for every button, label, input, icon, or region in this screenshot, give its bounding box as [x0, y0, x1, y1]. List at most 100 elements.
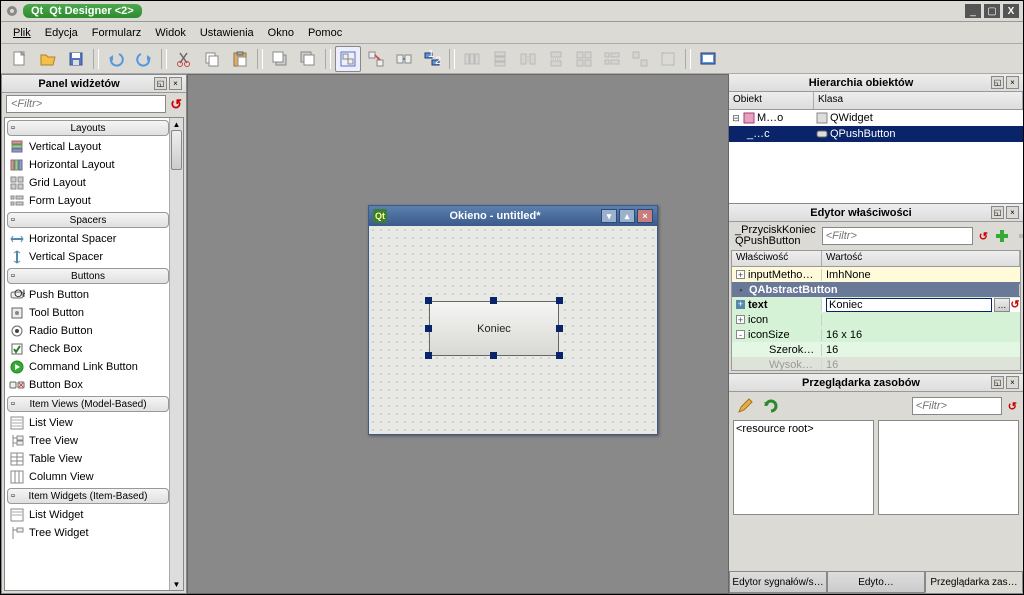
menu-widok[interactable]: Widok	[149, 25, 192, 41]
collapse-icon[interactable]: ▫	[11, 398, 15, 410]
widget-filter-input[interactable]	[6, 95, 166, 113]
object-tree[interactable]: ⊟ M…o QWidget _…c	[729, 110, 1023, 203]
property-value-input[interactable]	[826, 298, 992, 312]
push-button-koniec[interactable]: Koniec	[429, 301, 559, 356]
remove-property-icon[interactable]	[1016, 226, 1023, 246]
minimize-button[interactable]: _	[965, 4, 981, 18]
property-grid[interactable]: Właściwość Wartość +inputMetho…ImhNone▪Q…	[731, 250, 1021, 371]
dock-float-button[interactable]: ◱	[991, 206, 1004, 219]
expand-icon[interactable]: ⊟	[731, 113, 741, 124]
widget-item[interactable]: Grid Layout	[5, 174, 183, 192]
edit-widgets-icon[interactable]	[335, 46, 361, 72]
dock-close-button[interactable]: ×	[1006, 206, 1019, 219]
adjust-size-icon[interactable]	[655, 46, 681, 72]
category-header[interactable]: ▫Spacers	[7, 212, 169, 228]
category-header[interactable]: ▫Item Views (Model-Based)	[7, 396, 169, 412]
preview-icon[interactable]	[695, 46, 721, 72]
widget-item[interactable]: Command Link Button	[5, 358, 183, 376]
edit-buddies-icon[interactable]	[391, 46, 417, 72]
resize-handle[interactable]	[556, 325, 563, 332]
property-row[interactable]: Szerok…16	[732, 342, 1020, 357]
open-folder-icon[interactable]	[35, 46, 61, 72]
widget-item[interactable]: Table View	[5, 450, 183, 468]
category-header[interactable]: ▫Layouts	[7, 120, 169, 136]
menu-formularz[interactable]: Formularz	[86, 25, 148, 41]
resource-preview[interactable]	[878, 420, 1019, 515]
scroll-up-icon[interactable]: ▲	[170, 118, 183, 130]
clear-filter-icon[interactable]: ↺	[1008, 400, 1017, 413]
dock-close-button[interactable]: ×	[1006, 76, 1019, 89]
dock-close-button[interactable]: ×	[169, 77, 182, 90]
widget-item[interactable]: Tree Widget	[5, 524, 183, 542]
resource-tree[interactable]: <resource root>	[733, 420, 874, 515]
copy-icon[interactable]	[199, 46, 225, 72]
edit-signals-icon[interactable]	[363, 46, 389, 72]
widget-item[interactable]: Button Box	[5, 376, 183, 394]
clear-filter-icon[interactable]: ↺	[979, 230, 988, 243]
dock-close-button[interactable]: ×	[1006, 376, 1019, 389]
resize-handle[interactable]	[556, 352, 563, 359]
scrollbar[interactable]: ▲ ▼	[169, 118, 183, 590]
resize-handle[interactable]	[425, 352, 432, 359]
tab-action-editor[interactable]: Edyto…	[827, 571, 925, 593]
scroll-thumb[interactable]	[171, 130, 182, 170]
category-header[interactable]: ▫Buttons	[7, 268, 169, 284]
design-canvas[interactable]: Qt Okieno - untitled* ▾ ▴ × Koniec	[187, 74, 729, 594]
widget-item[interactable]: Check Box	[5, 340, 183, 358]
property-row[interactable]: -iconSize16 x 16	[732, 327, 1020, 342]
reload-icon[interactable]	[761, 396, 781, 416]
undo-icon[interactable]	[103, 46, 129, 72]
expand-icon[interactable]: +	[736, 315, 745, 324]
send-to-back-icon[interactable]	[267, 46, 293, 72]
expand-icon[interactable]: -	[736, 330, 745, 339]
collapse-icon[interactable]: ▪	[736, 285, 746, 295]
tree-row[interactable]: ⊟ M…o QWidget	[729, 110, 1023, 126]
dock-float-button[interactable]: ◱	[991, 76, 1004, 89]
collapse-icon[interactable]: ▫	[11, 490, 15, 502]
column-header[interactable]: Właściwość	[732, 251, 822, 266]
column-header[interactable]: Obiekt	[729, 92, 814, 109]
menu-okno[interactable]: Okno	[262, 25, 300, 41]
widget-item[interactable]: OKPush Button	[5, 286, 183, 304]
widget-item[interactable]: Vertical Spacer	[5, 248, 183, 266]
widget-item[interactable]: Form Layout	[5, 192, 183, 210]
dock-float-button[interactable]: ◱	[991, 376, 1004, 389]
edit-tab-order-icon[interactable]: 12	[419, 46, 445, 72]
form-close-button[interactable]: ×	[637, 209, 653, 223]
maximize-button[interactable]: ▢	[984, 4, 1000, 18]
widget-item[interactable]: Radio Button	[5, 322, 183, 340]
widget-item[interactable]: Horizontal Layout	[5, 156, 183, 174]
resize-handle[interactable]	[490, 297, 497, 304]
edit-resources-icon[interactable]	[735, 396, 755, 416]
property-row[interactable]: ▪QAbstractButton	[732, 282, 1020, 297]
layout-form-icon[interactable]	[599, 46, 625, 72]
expand-icon[interactable]: +	[736, 270, 745, 279]
break-layout-icon[interactable]	[627, 46, 653, 72]
property-row[interactable]: +inputMetho…ImhNone	[732, 267, 1020, 282]
form-titlebar[interactable]: Qt Okieno - untitled* ▾ ▴ ×	[369, 206, 657, 226]
reset-icon[interactable]: ↺	[1010, 298, 1020, 311]
widget-item[interactable]: Tree View	[5, 432, 183, 450]
property-row[interactable]: +text…↺	[732, 297, 1020, 312]
bring-to-front-icon[interactable]	[295, 46, 321, 72]
add-property-icon[interactable]	[994, 226, 1010, 246]
widget-list[interactable]: ▫Layouts Vertical LayoutHorizontal Layout…	[4, 117, 184, 591]
layout-v-splitter-icon[interactable]	[543, 46, 569, 72]
app-menu-icon[interactable]	[5, 4, 19, 18]
tab-resource-browser[interactable]: Przeglądarka zas…	[925, 571, 1023, 593]
resize-handle[interactable]	[425, 297, 432, 304]
menu-edycja[interactable]: Edycja	[39, 25, 84, 41]
form-min-button[interactable]: ▾	[601, 209, 617, 223]
property-row[interactable]: +icon	[732, 312, 1020, 327]
form-window[interactable]: Qt Okieno - untitled* ▾ ▴ × Koniec	[368, 205, 658, 435]
form-max-button[interactable]: ▴	[619, 209, 635, 223]
save-icon[interactable]	[63, 46, 89, 72]
layout-vertical-icon[interactable]	[487, 46, 513, 72]
widget-item[interactable]: Vertical Layout	[5, 138, 183, 156]
dock-float-button[interactable]: ◱	[154, 77, 167, 90]
more-button[interactable]: …	[994, 298, 1010, 312]
widget-item[interactable]: Column View	[5, 468, 183, 486]
layout-horizontal-icon[interactable]	[459, 46, 485, 72]
resource-filter-input[interactable]	[912, 397, 1002, 415]
form-body[interactable]: Koniec	[369, 226, 657, 434]
